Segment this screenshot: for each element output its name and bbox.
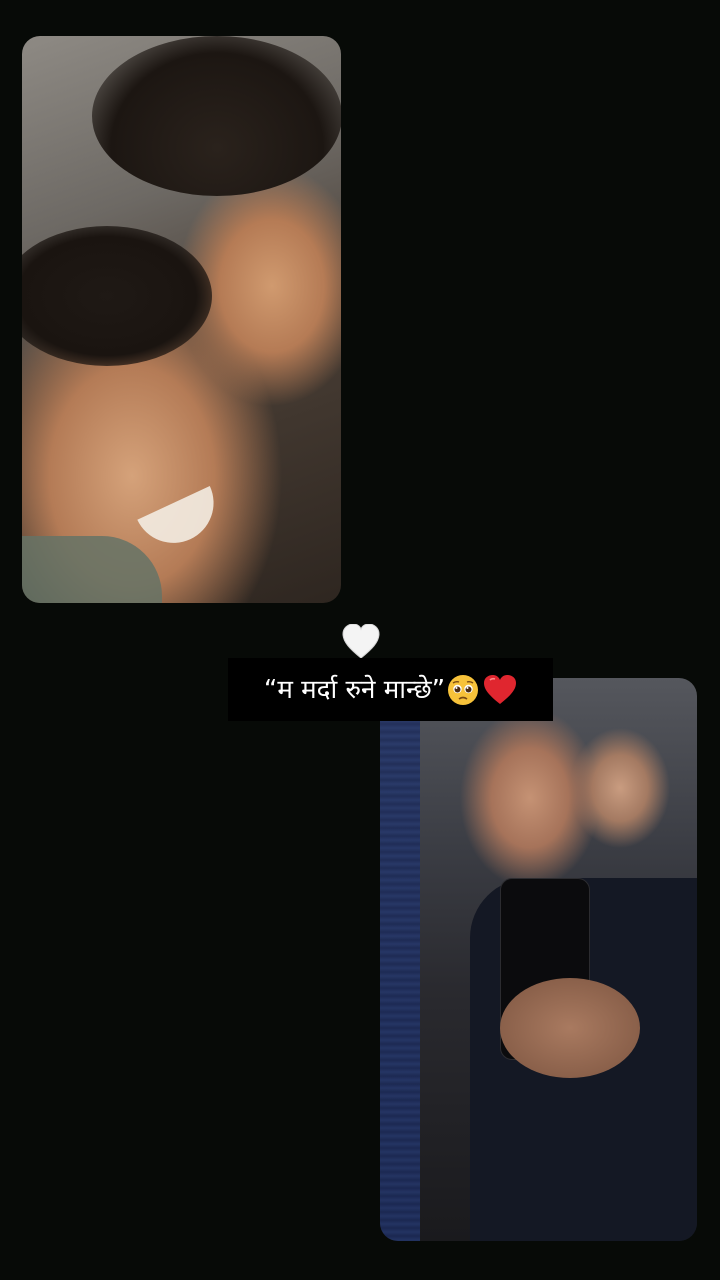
photo-detail-hair (92, 36, 341, 196)
story-canvas: “म मर्दा रुने मान्छे” (0, 0, 720, 1280)
photo-detail-curtain (380, 708, 420, 1241)
pleading-face-emoji (448, 674, 479, 705)
photo-detail-pillow (22, 536, 162, 603)
white-heart-icon (342, 624, 380, 659)
photo-bottom-right (380, 678, 697, 1241)
photo-detail-hand (500, 978, 640, 1078)
caption-text: “म मर्दा रुने मान्छे” (263, 674, 446, 705)
red-heart-emoji (484, 674, 517, 704)
photo-detail-hair-2 (22, 226, 212, 366)
photo-top-left (22, 36, 341, 603)
photo-detail-smile (137, 485, 227, 557)
caption-box: “म मर्दा रुने मान्छे” (228, 658, 553, 721)
